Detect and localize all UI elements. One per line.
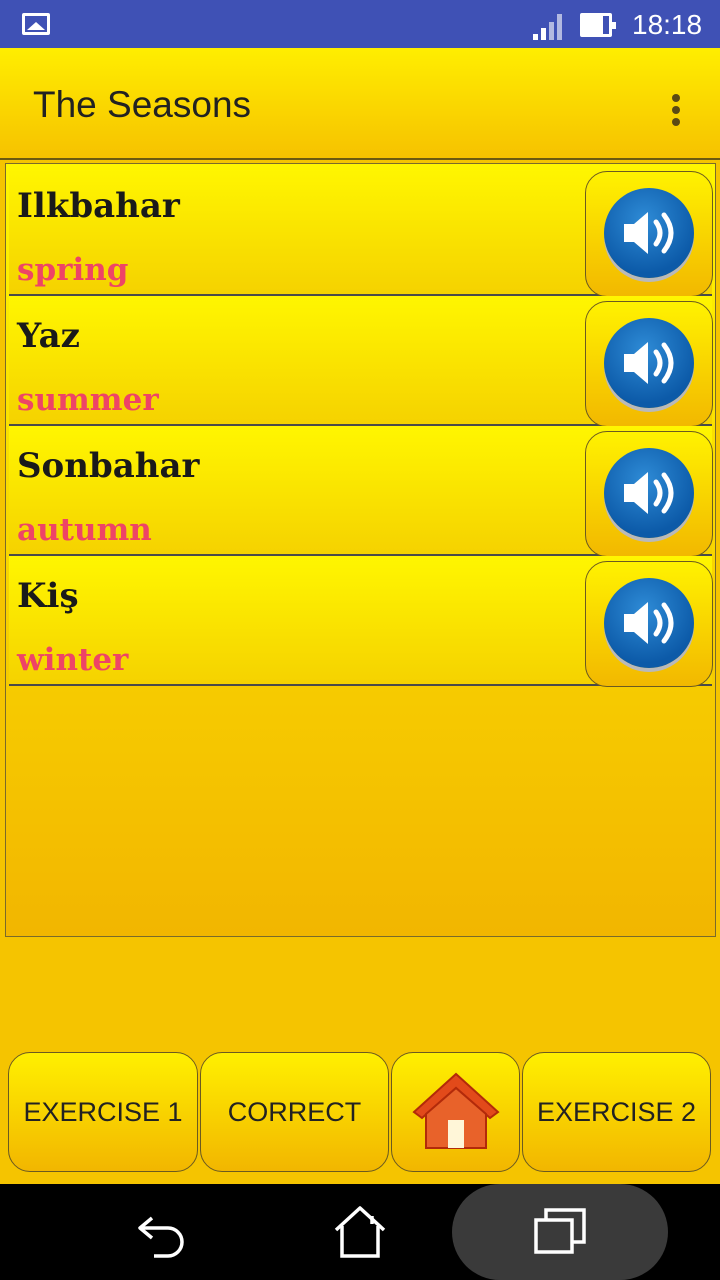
translation-text: winter [17, 642, 129, 678]
speaker-icon [604, 448, 694, 538]
play-sound-button[interactable] [585, 301, 713, 427]
home-button[interactable] [391, 1052, 520, 1172]
home-icon [411, 1072, 500, 1149]
translation-text: autumn [17, 512, 152, 548]
overflow-menu-icon[interactable] [668, 92, 684, 128]
recents-icon[interactable] [532, 1204, 588, 1260]
word-text: Yaz [17, 316, 80, 356]
translation-text: spring [17, 252, 129, 288]
list-item: Kiş winter [9, 556, 713, 687]
word-list: Ilkbahar spring Yaz summer Sonbahar autu… [5, 163, 716, 937]
clock: 18:18 [632, 9, 703, 40]
page-title: The Seasons [33, 84, 252, 125]
word-text: Sonbahar [17, 446, 200, 486]
word-text: Ilkbahar [17, 186, 180, 226]
list-item: Sonbahar autumn [9, 426, 713, 557]
battery-icon [580, 13, 616, 37]
play-sound-button[interactable] [585, 171, 713, 297]
list-item: Ilkbahar spring [9, 166, 713, 297]
gallery-icon [22, 13, 50, 35]
speaker-icon [604, 578, 694, 668]
word-text: Kiş [17, 576, 79, 616]
exercise-2-button[interactable]: EXERCISE 2 [522, 1052, 711, 1172]
speaker-icon [604, 318, 694, 408]
navigation-bar [0, 1184, 720, 1280]
play-sound-button[interactable] [585, 431, 713, 557]
exercise-1-button[interactable]: EXERCISE 1 [8, 1052, 198, 1172]
speaker-icon [604, 188, 694, 278]
home-nav-icon[interactable] [332, 1204, 388, 1260]
signal-icon [533, 12, 567, 40]
app-bar: The Seasons [0, 48, 720, 160]
play-sound-button[interactable] [585, 561, 713, 687]
status-bar: 18:18 [0, 0, 720, 48]
translation-text: summer [17, 382, 159, 418]
correct-button[interactable]: CORRECT [200, 1052, 389, 1172]
list-item: Yaz summer [9, 296, 713, 427]
back-icon[interactable] [134, 1204, 190, 1260]
